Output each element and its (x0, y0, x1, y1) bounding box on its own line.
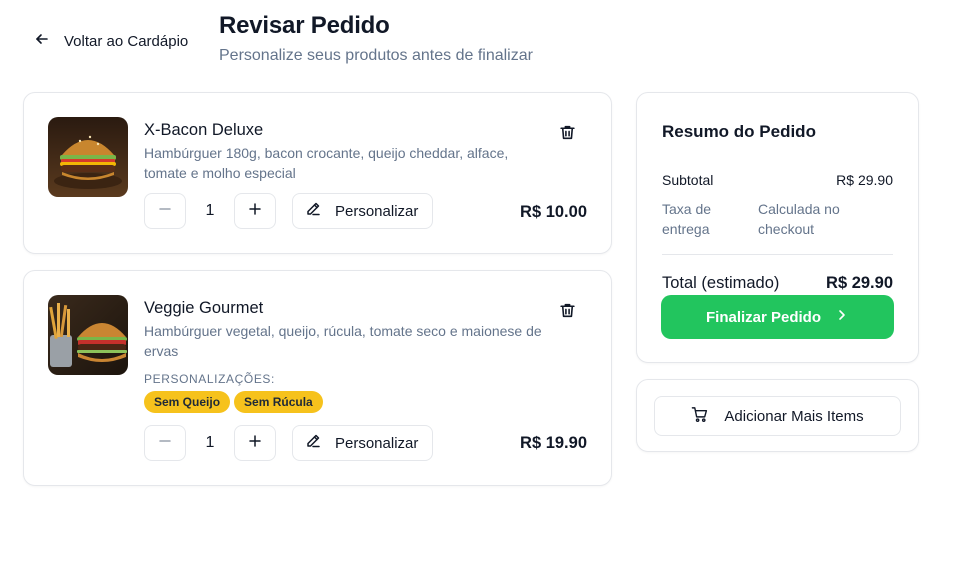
product-image (48, 295, 128, 375)
trash-icon (559, 302, 576, 324)
total-row: Total (estimado) R$ 29.90 (662, 274, 893, 293)
customization-tag: Sem Rúcula (234, 391, 323, 413)
order-summary-card: Resumo do Pedido Subtotal R$ 29.90 Taxa … (636, 92, 919, 363)
personalize-button[interactable]: Personalizar (292, 193, 434, 229)
item-price: R$ 10.00 (520, 203, 587, 221)
summary-divider (662, 254, 893, 255)
quantity-controls: 1 Personalizar (144, 425, 434, 461)
plus-icon (248, 202, 262, 221)
plus-icon (248, 434, 262, 453)
shipping-label: Taxa de entrega (662, 201, 712, 237)
arrow-left-icon (34, 31, 50, 52)
back-label: Voltar ao Cardápio (64, 32, 189, 50)
pencil-icon (305, 201, 321, 221)
personalize-label: Personalizar (335, 202, 419, 220)
add-more-card: Adicionar Mais Items (636, 379, 919, 452)
add-more-label: Adicionar Mais Items (724, 407, 864, 425)
item-description: Hambúrguer 180g, bacon crocante, queijo … (144, 145, 509, 181)
chevron-right-icon (835, 308, 849, 326)
shipping-value: Calculada no checkout (758, 201, 840, 237)
personalize-button[interactable]: Personalizar (292, 425, 434, 461)
item-description: Hambúrguer vegetal, queijo, rúcula, toma… (144, 323, 542, 359)
subtotal-value: R$ 29.90 (836, 172, 893, 188)
page-title: Revisar Pedido (219, 12, 390, 39)
back-to-menu-button[interactable]: Voltar ao Cardápio (34, 30, 188, 52)
trash-icon (559, 124, 576, 146)
subtotal-row: Subtotal R$ 29.90 (662, 172, 893, 188)
quantity-value: 1 (205, 202, 215, 219)
item-price: R$ 19.90 (520, 434, 587, 452)
customization-tags: Sem Queijo Sem Rúcula (144, 391, 323, 413)
pencil-icon (305, 433, 321, 453)
increase-quantity-button[interactable] (234, 425, 276, 461)
item-name: X-Bacon Deluxe (144, 121, 264, 139)
page-subtitle: Personalize seus produtos antes de final… (219, 47, 533, 64)
total-label: Total (estimado) (662, 274, 780, 292)
minus-icon (158, 434, 172, 453)
minus-icon (158, 202, 172, 221)
add-more-items-button[interactable]: Adicionar Mais Items (654, 396, 901, 436)
personalize-label: Personalizar (335, 434, 419, 452)
finish-order-button[interactable]: Finalizar Pedido (661, 295, 894, 339)
item-name: Veggie Gourmet (144, 299, 264, 317)
customizations-label: PERSONALIZAÇÕES: (144, 372, 275, 386)
subtotal-label: Subtotal (662, 172, 714, 188)
finish-order-label: Finalizar Pedido (705, 308, 822, 326)
shopping-cart-icon (691, 406, 708, 427)
summary-title: Resumo do Pedido (662, 122, 816, 141)
remove-item-button[interactable] (557, 125, 577, 145)
decrease-quantity-button[interactable] (144, 193, 186, 229)
product-image (48, 117, 128, 197)
quantity-value: 1 (205, 434, 215, 451)
quantity-controls: 1 Personalizar (144, 193, 434, 229)
cart-item: Veggie Gourmet Hambúrguer vegetal, queij… (23, 270, 612, 486)
total-value: R$ 29.90 (826, 274, 893, 292)
decrease-quantity-button[interactable] (144, 425, 186, 461)
customization-tag: Sem Queijo (144, 391, 231, 413)
increase-quantity-button[interactable] (234, 193, 276, 229)
remove-item-button[interactable] (557, 303, 577, 323)
cart-item: X-Bacon Deluxe Hambúrguer 180g, bacon cr… (23, 92, 612, 254)
shipping-row: Taxa de entrega Calculada no checkout (662, 199, 893, 239)
